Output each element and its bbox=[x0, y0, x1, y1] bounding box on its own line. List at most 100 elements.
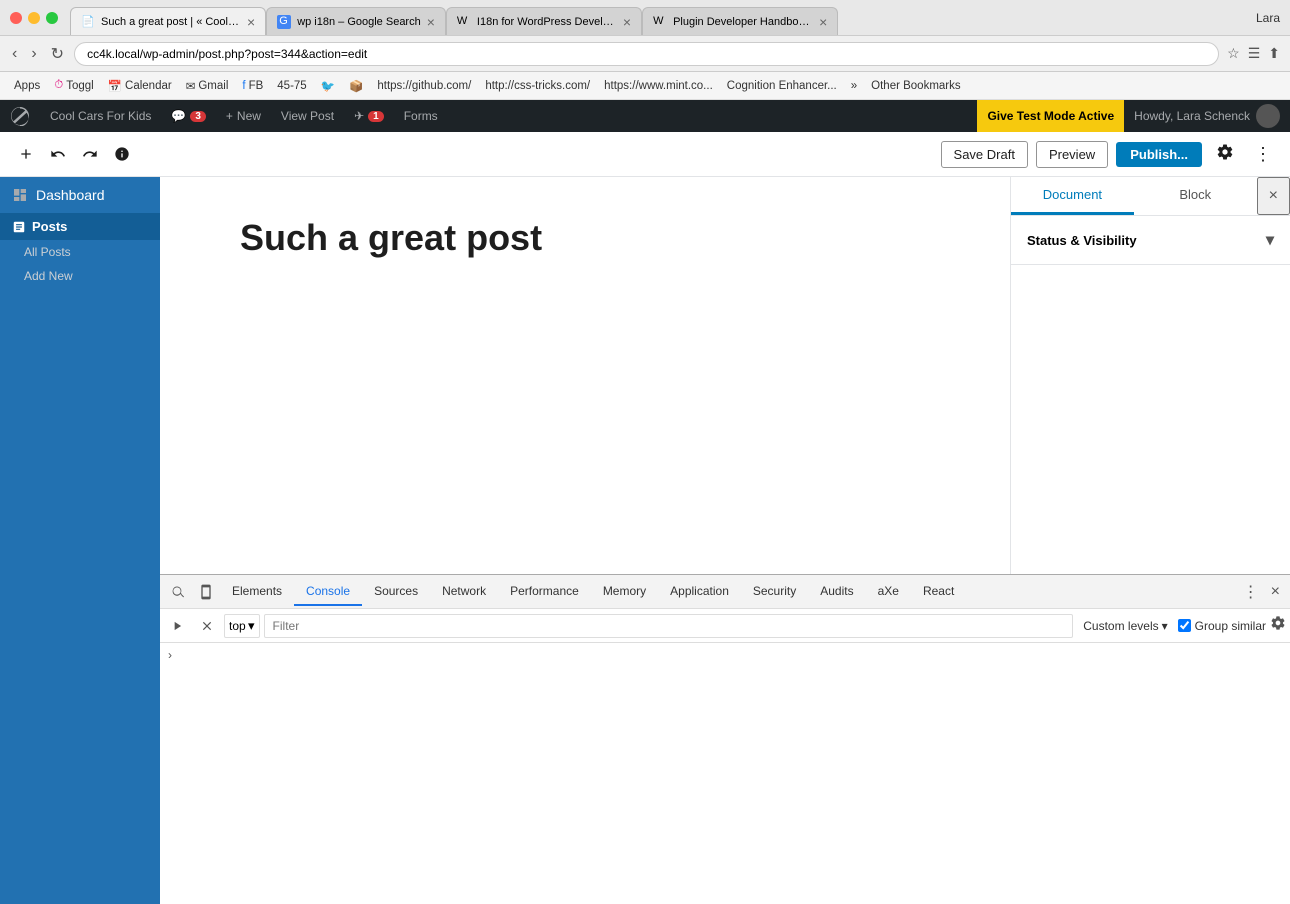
wp-view-post-item[interactable]: View Post bbox=[271, 100, 344, 132]
tab-favicon-4: W bbox=[653, 15, 667, 29]
browser-tab-3[interactable]: W I18n for WordPress Developer… × bbox=[446, 7, 642, 35]
devtools-tab-elements[interactable]: Elements bbox=[220, 578, 294, 606]
bookmark-github-label: https://github.com/ bbox=[377, 80, 471, 92]
group-similar-label[interactable]: Group similar bbox=[1178, 619, 1266, 633]
reload-button[interactable]: ↻ bbox=[47, 42, 68, 66]
sidebar-item-posts[interactable]: Posts bbox=[0, 213, 160, 240]
bookmark-4575[interactable]: 45-75 bbox=[271, 78, 312, 94]
devtools-tab-sources[interactable]: Sources bbox=[362, 578, 430, 606]
wp-forms-item[interactable]: Forms bbox=[394, 100, 448, 132]
minimize-traffic-light[interactable] bbox=[28, 12, 40, 24]
devtools-tab-performance[interactable]: Performance bbox=[498, 578, 591, 606]
howdy-item[interactable]: Howdy, Lara Schenck bbox=[1124, 104, 1290, 128]
devtools-inspect-button[interactable] bbox=[164, 580, 192, 604]
tab-close-4[interactable]: × bbox=[819, 14, 827, 30]
bookmark-twitter[interactable]: 🐦 bbox=[315, 77, 341, 95]
tab-close-3[interactable]: × bbox=[623, 14, 631, 30]
bookmark-other[interactable]: Other Bookmarks bbox=[865, 78, 966, 94]
tab-document[interactable]: Document bbox=[1011, 177, 1134, 215]
sidebar-item-all-posts[interactable]: All Posts bbox=[0, 240, 160, 264]
dashboard-label: Dashboard bbox=[36, 187, 105, 203]
traffic-lights bbox=[10, 12, 58, 24]
tab-block[interactable]: Block bbox=[1134, 177, 1257, 215]
group-similar-checkbox[interactable] bbox=[1178, 619, 1191, 632]
devtools-tab-audits[interactable]: Audits bbox=[808, 578, 865, 606]
devtools-close-button[interactable]: × bbox=[1265, 579, 1286, 605]
devtools-tab-react[interactable]: React bbox=[911, 578, 966, 606]
devtools-device-button[interactable] bbox=[192, 580, 220, 604]
context-select-input[interactable]: top bbox=[229, 619, 246, 633]
sidebar-item-dashboard[interactable]: Dashboard bbox=[0, 177, 160, 213]
settings-icon bbox=[1216, 143, 1234, 161]
bookmark-box[interactable]: 📦 bbox=[343, 77, 369, 95]
bookmark-icon[interactable]: ☆ bbox=[1225, 43, 1242, 64]
wp-logo-item[interactable] bbox=[0, 100, 40, 132]
redo-button[interactable] bbox=[76, 140, 104, 168]
context-selector[interactable]: top ▾ bbox=[224, 614, 260, 638]
save-draft-button[interactable]: Save Draft bbox=[941, 141, 1028, 168]
console-prompt-arrow[interactable]: › bbox=[168, 648, 172, 662]
share-icon[interactable]: ⬆ bbox=[1266, 43, 1282, 64]
address-input[interactable] bbox=[74, 42, 1219, 66]
custom-levels-button[interactable]: Custom levels ▾ bbox=[1077, 619, 1173, 633]
user-avatar bbox=[1256, 104, 1280, 128]
devtools-tab-axe[interactable]: aXe bbox=[866, 578, 911, 606]
bookmark-mint[interactable]: https://www.mint.co... bbox=[598, 78, 719, 94]
devtools-tab-console[interactable]: Console bbox=[294, 578, 362, 606]
preview-button[interactable]: Preview bbox=[1036, 141, 1108, 168]
filter-input[interactable] bbox=[264, 614, 1074, 638]
wp-airplane-item[interactable]: ✈ 1 bbox=[344, 100, 394, 132]
wp-home-item[interactable]: Cool Cars For Kids bbox=[40, 100, 161, 132]
editor-area[interactable]: Such a great post bbox=[160, 177, 1010, 574]
devtools-tab-network[interactable]: Network bbox=[430, 578, 498, 606]
give-test-mode-button[interactable]: Give Test Mode Active bbox=[977, 100, 1124, 132]
info-button[interactable] bbox=[108, 140, 136, 168]
bookmark-calendar[interactable]: 📅 Calendar bbox=[102, 77, 178, 95]
devtools-more-button[interactable]: ⋮ bbox=[1237, 578, 1265, 606]
settings-button[interactable] bbox=[1210, 137, 1240, 172]
devtools-content: › bbox=[160, 643, 1290, 904]
select-arrow-icon: ▾ bbox=[248, 618, 255, 634]
bookmark-toggl[interactable]: ⏱ Toggl bbox=[48, 77, 99, 94]
post-title[interactable]: Such a great post bbox=[240, 217, 930, 259]
custom-levels-label: Custom levels bbox=[1083, 619, 1158, 633]
undo-button[interactable] bbox=[44, 140, 72, 168]
browser-tab-4[interactable]: W Plugin Developer Handbook |… × bbox=[642, 7, 838, 35]
bookmark-cognition[interactable]: Cognition Enhancer... bbox=[721, 78, 843, 94]
console-clear-button[interactable] bbox=[194, 615, 220, 637]
devtools-settings-icon-button[interactable] bbox=[1270, 615, 1286, 636]
bookmark-csstricks[interactable]: http://css-tricks.com/ bbox=[479, 78, 596, 94]
panel-close-button[interactable]: × bbox=[1257, 177, 1290, 215]
browser-tab-2[interactable]: G wp i18n – Google Search × bbox=[266, 7, 446, 35]
sidebar-item-add-new[interactable]: Add New bbox=[0, 264, 160, 288]
bookmark-fb[interactable]: f FB bbox=[236, 78, 269, 94]
bookmark-apps[interactable]: Apps bbox=[8, 78, 46, 94]
bookmark-other-label: Other Bookmarks bbox=[871, 80, 960, 92]
more-button[interactable]: ⋮ bbox=[1248, 138, 1278, 171]
security-tab-label: Security bbox=[753, 584, 796, 598]
devtools-tab-memory[interactable]: Memory bbox=[591, 578, 658, 606]
back-button[interactable]: ‹ bbox=[8, 43, 21, 65]
wp-logo-icon bbox=[10, 106, 30, 126]
publish-button[interactable]: Publish... bbox=[1116, 142, 1202, 167]
close-traffic-light[interactable] bbox=[10, 12, 22, 24]
bookmark-calendar-label: Calendar bbox=[125, 80, 172, 92]
bookmark-more[interactable]: » bbox=[845, 78, 863, 94]
console-play-button[interactable] bbox=[164, 615, 190, 637]
devtools-tab-application[interactable]: Application bbox=[658, 578, 741, 606]
forward-button[interactable]: › bbox=[27, 43, 40, 65]
performance-tab-label: Performance bbox=[510, 584, 579, 598]
tab-close-2[interactable]: × bbox=[427, 14, 435, 30]
devtools-tab-security[interactable]: Security bbox=[741, 578, 808, 606]
bookmark-gmail[interactable]: ✉ Gmail bbox=[180, 77, 235, 95]
status-visibility-header[interactable]: Status & Visibility ▾ bbox=[1027, 230, 1274, 250]
tab-close-1[interactable]: × bbox=[247, 14, 255, 30]
fullscreen-traffic-light[interactable] bbox=[46, 12, 58, 24]
reader-icon[interactable]: ☰ bbox=[1246, 43, 1263, 64]
wp-new-icon: + bbox=[226, 109, 233, 123]
wp-new-item[interactable]: + New bbox=[216, 100, 271, 132]
bookmark-github[interactable]: https://github.com/ bbox=[371, 78, 477, 94]
wp-comments-item[interactable]: 💬 3 bbox=[161, 100, 216, 132]
browser-tab-1[interactable]: 📄 Such a great post | « Cool Cars… × bbox=[70, 7, 266, 35]
add-block-button[interactable] bbox=[12, 140, 40, 168]
